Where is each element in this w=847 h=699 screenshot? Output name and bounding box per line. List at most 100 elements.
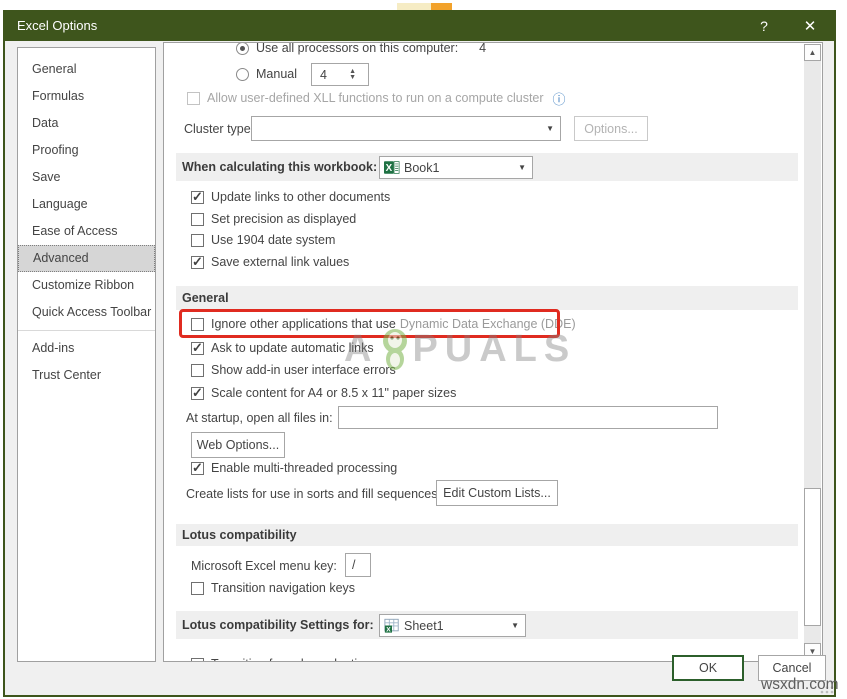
- sidebar-divider: [18, 330, 155, 331]
- stepper-value: 4: [320, 67, 327, 82]
- chevron-down-icon: ▼: [518, 163, 526, 172]
- sidebar-item-general[interactable]: General: [18, 56, 155, 83]
- use-all-processors-radio[interactable]: [236, 43, 249, 55]
- scrollbar-thumb[interactable]: [804, 488, 821, 626]
- startup-label: At startup, open all files in:: [186, 411, 333, 425]
- scale-content-row: Scale content for A4 or 8.5 x 11" paper …: [191, 382, 456, 404]
- custom-lists-label: Create lists for use in sorts and fill s…: [186, 487, 441, 501]
- excel-workbook-icon: X: [384, 161, 400, 174]
- transition-nav-checkbox[interactable]: [191, 581, 204, 595]
- save-external-row: Save external link values: [191, 251, 349, 273]
- startup-label-row: At startup, open all files in:: [186, 407, 333, 429]
- multithread-row: Enable multi-threaded processing: [191, 457, 397, 479]
- processor-count-value: 4: [479, 42, 487, 55]
- save-external-label: Save external link values: [211, 255, 350, 269]
- set-precision-label: Set precision as displayed: [211, 212, 357, 226]
- ask-update-checkbox[interactable]: [191, 340, 204, 356]
- svg-text:X: X: [386, 163, 393, 174]
- startup-folder-input[interactable]: [338, 406, 718, 429]
- stepper-down-icon[interactable]: ▼: [349, 74, 356, 81]
- cluster-type-label: Cluster type:: [184, 122, 255, 136]
- workbook-dropdown-value: Book1: [404, 160, 440, 175]
- cluster-type-label-row: Cluster type:: [184, 118, 254, 140]
- sidebar-item-data[interactable]: Data: [18, 110, 155, 137]
- when-calculating-label: When calculating this workbook:: [182, 160, 378, 174]
- screen: Excel Options ? ✕ General Formulas Data …: [0, 0, 847, 699]
- web-options-button[interactable]: Web Options...: [191, 432, 285, 458]
- save-external-checkbox[interactable]: [191, 254, 204, 270]
- ok-button[interactable]: OK: [672, 655, 744, 681]
- sidebar-item-advanced[interactable]: Advanced: [18, 245, 155, 272]
- titlebar[interactable]: Excel Options ? ✕: [3, 10, 836, 41]
- use-all-processors-row: Use all processors on this computer: 4: [236, 42, 487, 59]
- resize-grip[interactable]: [820, 680, 834, 694]
- chevron-down-icon: ▼: [546, 124, 554, 133]
- addin-errors-row: Show add-in user interface errors: [191, 359, 396, 381]
- date-system-label: Use 1904 date system: [211, 233, 336, 247]
- workbook-dropdown[interactable]: X Book1 ▼: [379, 156, 533, 179]
- menu-key-input[interactable]: [345, 553, 371, 577]
- general-band: General: [176, 286, 798, 310]
- info-icon: ⓘ: [552, 91, 566, 107]
- multithread-checkbox[interactable]: [191, 460, 204, 476]
- cancel-button[interactable]: Cancel: [758, 655, 826, 681]
- general-band-label: General: [182, 291, 229, 305]
- custom-lists-label-row: Create lists for use in sorts and fill s…: [186, 483, 441, 505]
- update-links-checkbox[interactable]: [191, 189, 204, 205]
- manual-label: Manual: [256, 67, 297, 81]
- transition-formula-label: Transition formula evaluation: [211, 657, 371, 661]
- svg-text:X: X: [386, 626, 391, 633]
- sidebar: General Formulas Data Proofing Save Lang…: [17, 47, 156, 662]
- sidebar-item-save[interactable]: Save: [18, 164, 155, 191]
- update-links-label: Update links to other documents: [211, 190, 391, 204]
- sidebar-item-proofing[interactable]: Proofing: [18, 137, 155, 164]
- sheet-dropdown[interactable]: X Sheet1 ▼: [379, 614, 526, 637]
- manual-processors-row: Manual: [236, 63, 297, 85]
- scale-content-checkbox[interactable]: [191, 385, 204, 401]
- sidebar-item-quick-access-toolbar[interactable]: Quick Access Toolbar: [18, 299, 155, 326]
- date-system-checkbox[interactable]: [191, 233, 204, 247]
- xll-cluster-label: Allow user-defined XLL functions to run …: [207, 91, 544, 105]
- menu-key-label: Microsoft Excel menu key:: [191, 559, 337, 573]
- sidebar-item-customize-ribbon[interactable]: Customize Ribbon: [18, 272, 155, 299]
- lotus-band-label: Lotus compatibility: [182, 528, 297, 542]
- scroll-up-icon[interactable]: ▲: [804, 44, 821, 61]
- close-icon[interactable]: ✕: [794, 10, 826, 41]
- edit-custom-lists-button[interactable]: Edit Custom Lists...: [436, 480, 558, 506]
- sidebar-item-formulas[interactable]: Formulas: [18, 83, 155, 110]
- update-links-row: Update links to other documents: [191, 186, 390, 208]
- help-button[interactable]: ?: [748, 10, 780, 41]
- set-precision-row: Set precision as displayed: [191, 208, 356, 230]
- ask-update-row: Ask to update automatic links: [191, 337, 374, 359]
- xll-cluster-checkbox[interactable]: [187, 91, 200, 105]
- ignore-dde-checkbox[interactable]: [191, 317, 204, 331]
- ignore-dde-label: Ignore other applications that use: [211, 317, 396, 331]
- scale-content-label: Scale content for A4 or 8.5 x 11" paper …: [211, 386, 457, 400]
- set-precision-checkbox[interactable]: [191, 212, 204, 226]
- cluster-options-button[interactable]: Options...: [574, 116, 648, 141]
- manual-processors-stepper[interactable]: 4 ▲ ▼: [311, 63, 369, 86]
- sidebar-item-add-ins[interactable]: Add-ins: [18, 335, 155, 362]
- addin-errors-label: Show add-in user interface errors: [211, 363, 396, 377]
- excel-sheet-icon: X: [384, 618, 399, 633]
- sidebar-item-language[interactable]: Language: [18, 191, 155, 218]
- sidebar-item-trust-center[interactable]: Trust Center: [18, 362, 155, 389]
- cluster-type-dropdown[interactable]: ▼: [251, 116, 561, 141]
- ignore-dde-label-muted: Dynamic Data Exchange (DDE): [399, 317, 576, 331]
- lotus-band: Lotus compatibility: [176, 524, 798, 546]
- xll-cluster-row: Allow user-defined XLL functions to run …: [187, 87, 566, 109]
- excel-options-dialog: Excel Options ? ✕ General Formulas Data …: [3, 10, 836, 697]
- ask-update-label: Ask to update automatic links: [211, 341, 374, 355]
- menu-key-label-row: Microsoft Excel menu key:: [191, 555, 337, 577]
- chevron-down-icon: ▼: [511, 621, 519, 630]
- vertical-scrollbar[interactable]: ▲ ▼: [804, 44, 821, 660]
- sidebar-item-ease-of-access[interactable]: Ease of Access: [18, 218, 155, 245]
- addin-errors-checkbox[interactable]: [191, 363, 204, 377]
- transition-formula-checkbox[interactable]: [191, 657, 204, 661]
- manual-radio[interactable]: [236, 67, 249, 81]
- multithread-label: Enable multi-threaded processing: [211, 461, 398, 475]
- advanced-options-panel: Use all processors on this computer: 4 M…: [163, 42, 823, 662]
- transition-nav-label: Transition navigation keys: [211, 581, 356, 595]
- date-system-row: Use 1904 date system: [191, 229, 335, 251]
- sheet-dropdown-value: Sheet1: [404, 618, 444, 633]
